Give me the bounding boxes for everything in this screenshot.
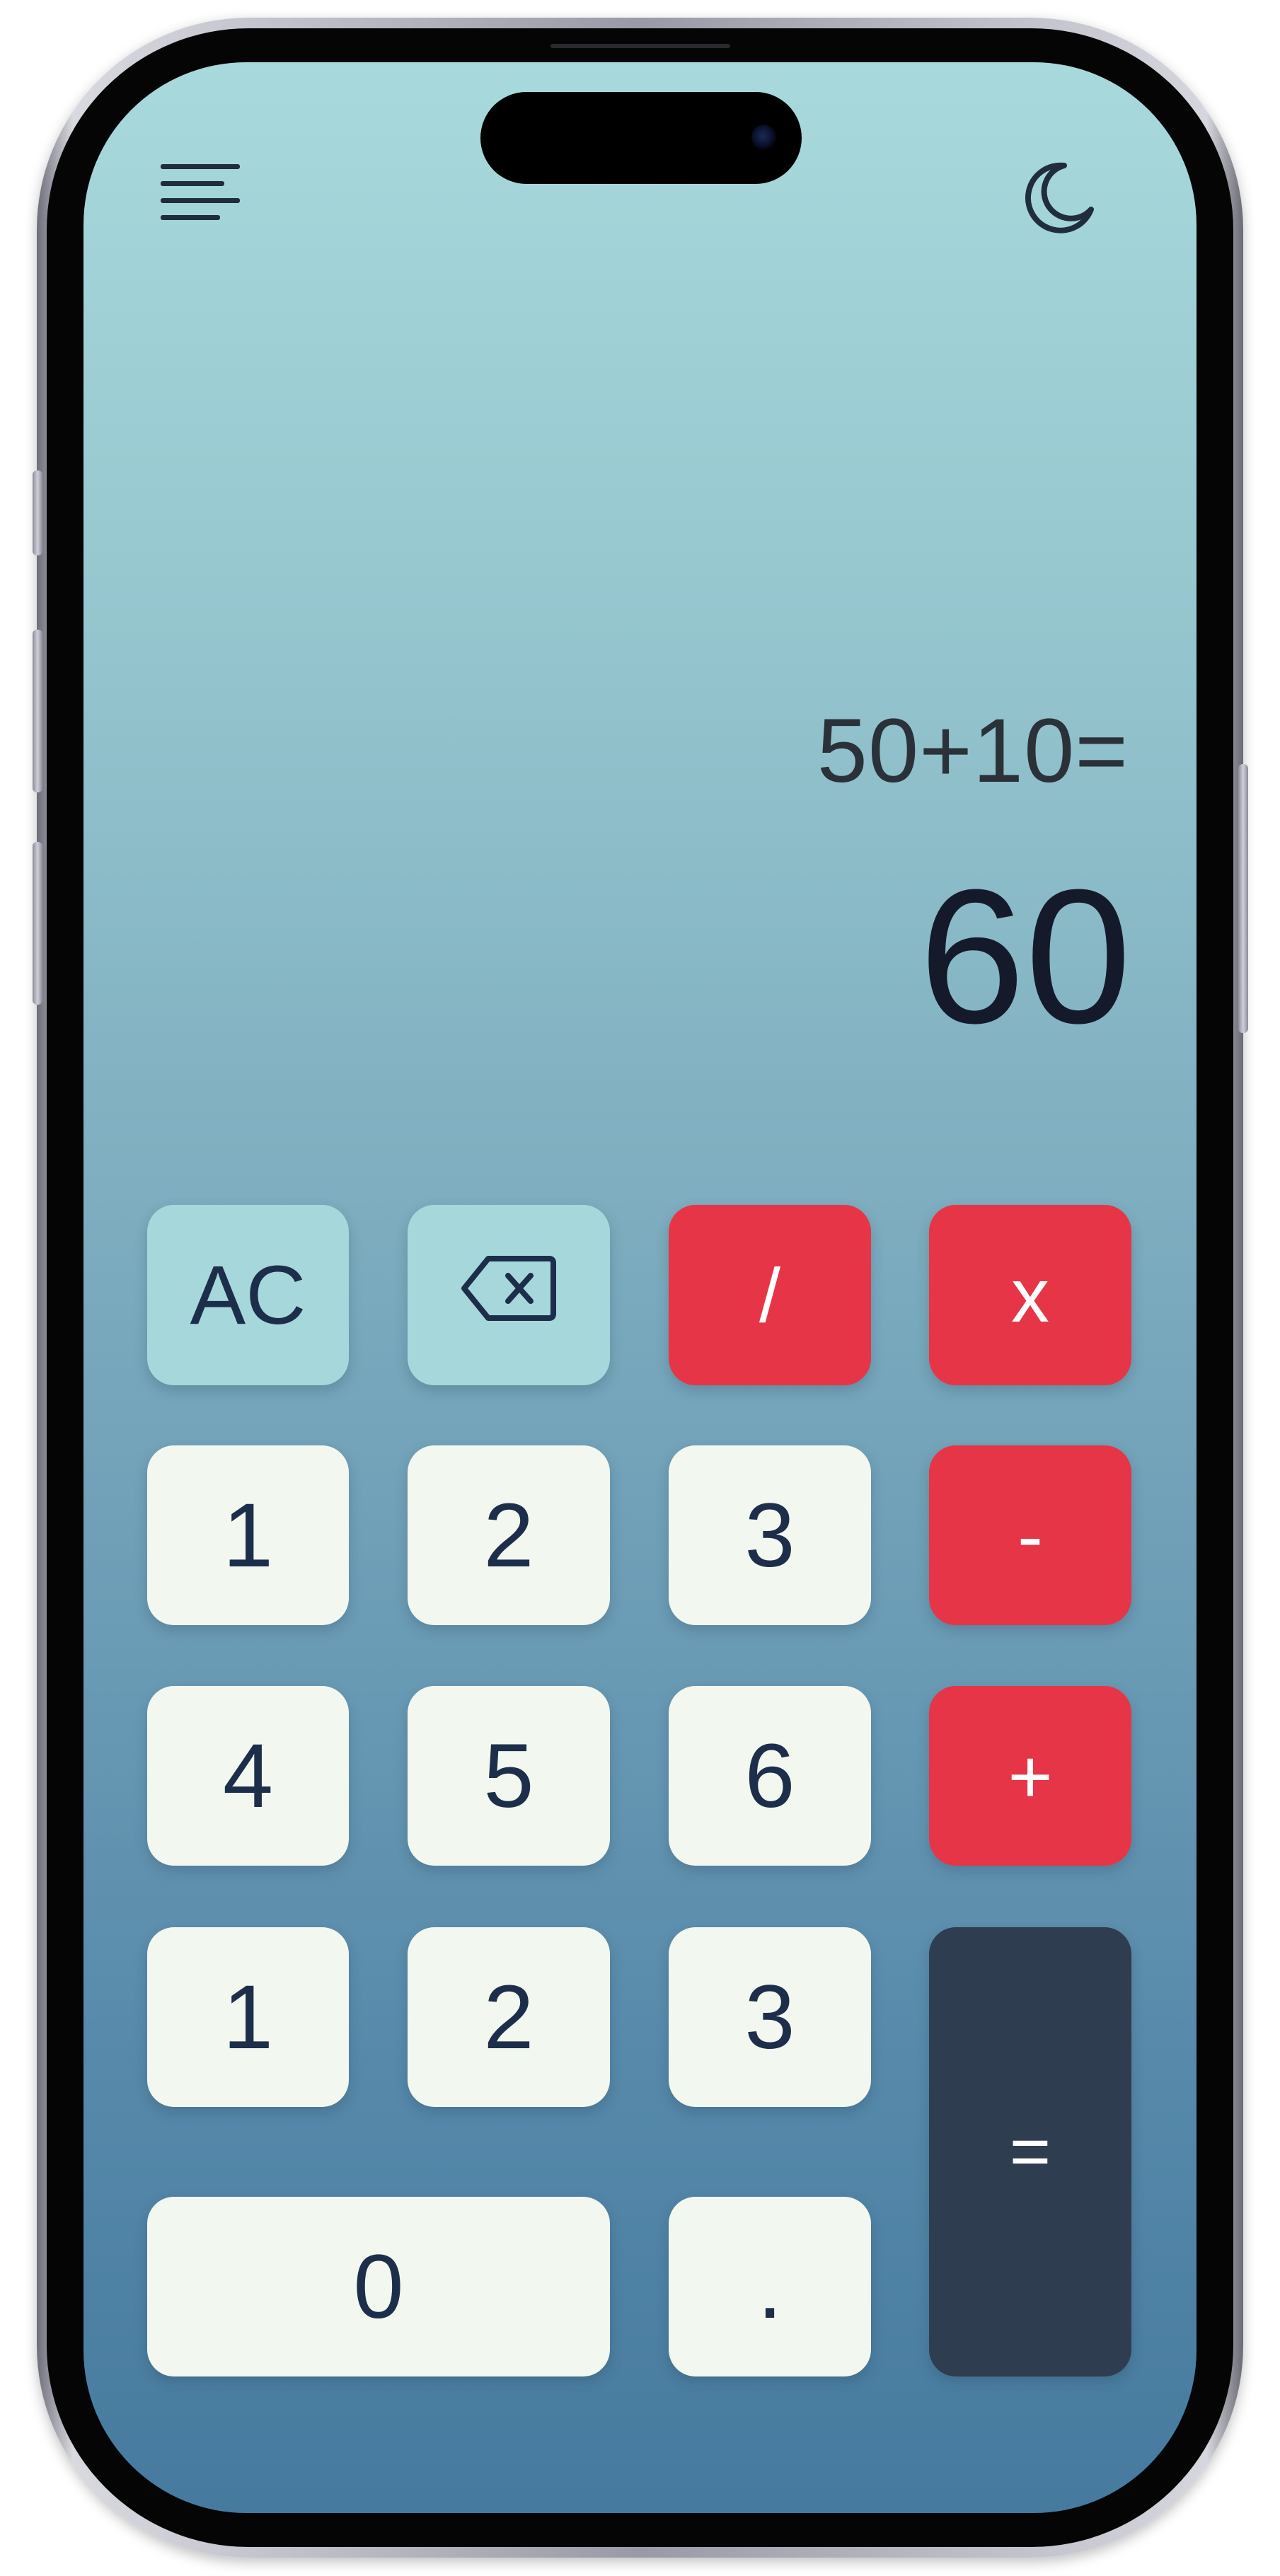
digit-5-button[interactable]: 5	[408, 1686, 610, 1866]
decimal-button[interactable]: .	[669, 2197, 871, 2376]
digit-0-button[interactable]: 0	[147, 2197, 610, 2376]
volume-down-button	[33, 842, 42, 1005]
action-button	[33, 470, 42, 555]
clear-button[interactable]: AC	[147, 1205, 349, 1385]
digit-1-button-secondary[interactable]: 1	[147, 1927, 349, 2107]
earpiece-speaker	[550, 44, 730, 48]
result-display: 60	[918, 850, 1131, 1063]
digit-1-button[interactable]: 1	[147, 1445, 349, 1625]
divide-button[interactable]: /	[669, 1205, 871, 1385]
multiply-button[interactable]: x	[929, 1205, 1131, 1385]
minus-button[interactable]: -	[929, 1445, 1131, 1625]
calculator-screen: 50+10= 60 AC / x 1 2 3 - 4 5 6 + 1 2 3 =…	[83, 62, 1197, 2513]
digit-3-button-secondary[interactable]: 3	[669, 1927, 871, 2107]
menu-lines-icon[interactable]	[161, 164, 240, 221]
front-camera	[751, 125, 777, 150]
power-button	[1238, 764, 1248, 1033]
backspace-button[interactable]	[408, 1205, 610, 1385]
digit-4-button[interactable]: 4	[147, 1686, 349, 1866]
moon-icon[interactable]	[1020, 157, 1098, 235]
plus-button[interactable]: +	[929, 1686, 1131, 1866]
digit-2-button[interactable]: 2	[408, 1445, 610, 1625]
equals-button[interactable]: =	[929, 1927, 1131, 2376]
digit-2-button-secondary[interactable]: 2	[408, 1927, 610, 2107]
digit-6-button[interactable]: 6	[669, 1686, 871, 1866]
volume-up-button	[33, 630, 42, 792]
expression-display: 50+10=	[817, 700, 1129, 802]
backspace-icon	[460, 1247, 558, 1344]
digit-3-button[interactable]: 3	[669, 1445, 871, 1625]
